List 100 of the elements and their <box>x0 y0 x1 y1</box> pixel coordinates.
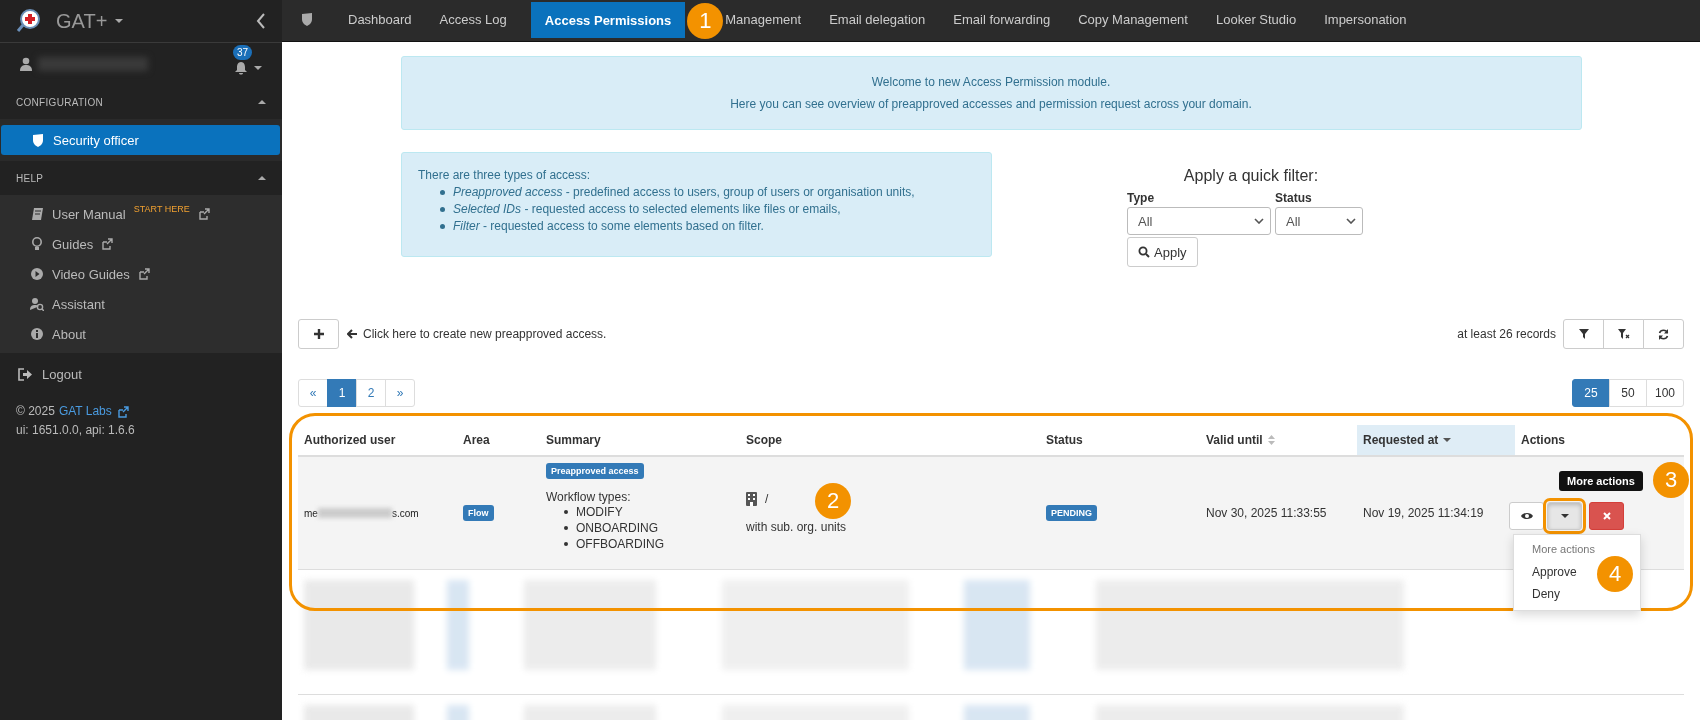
delete-button[interactable] <box>1589 502 1624 530</box>
bullet-icon <box>564 542 568 546</box>
external-link-icon <box>116 405 129 418</box>
logo-icon <box>16 8 42 34</box>
callout-badge: 1 <box>687 3 724 39</box>
nav-tab[interactable]: Access Log <box>435 0 511 38</box>
chevron-icon <box>1254 218 1264 224</box>
user-email-start: me <box>304 507 318 519</box>
menu-header: More actions <box>1531 542 1596 557</box>
nav-tab[interactable]: Management <box>721 0 806 38</box>
page-size-option[interactable]: 50 <box>1609 379 1647 407</box>
filter-title: Apply a quick filter: <box>1182 167 1320 185</box>
page-link[interactable]: » <box>385 379 415 407</box>
lightbulb-icon <box>30 237 44 251</box>
sidebar-item[interactable]: Assistant <box>0 289 282 319</box>
nav-tab[interactable]: Impersonation <box>1320 0 1411 38</box>
column-header[interactable]: Authorized user <box>298 425 457 455</box>
section-header[interactable]: HELP <box>16 172 44 184</box>
filter-icon <box>1578 329 1589 339</box>
user-email-end: s.com <box>391 507 419 519</box>
apply-button[interactable]: Apply <box>1127 237 1198 267</box>
bullet-icon <box>440 224 445 229</box>
column-header[interactable]: Summary <box>540 425 740 455</box>
nav-tab[interactable]: Copy Management <box>1074 0 1192 38</box>
close-icon <box>1602 512 1611 520</box>
logout-link[interactable]: Logout <box>0 353 282 392</box>
nav-tab[interactable]: Dashboard <box>344 0 416 38</box>
filter-button[interactable] <box>1563 319 1604 349</box>
sidebar-item[interactable]: Video Guides <box>0 259 282 289</box>
bell-icon <box>234 61 248 75</box>
bullet-icon <box>564 526 568 530</box>
building-icon <box>746 492 757 506</box>
alert-text: Here you can see overview of preapproved accesses and permission request across your domain. <box>729 96 1253 113</box>
bullet-icon <box>440 190 445 195</box>
nav-tab[interactable]: Email delegation <box>825 0 930 38</box>
caret-icon <box>115 18 124 24</box>
caret-icon <box>254 65 262 71</box>
records-count: at least 26 records <box>1457 327 1556 341</box>
add-button[interactable] <box>298 319 339 349</box>
column-header[interactable]: Status <box>1040 425 1200 455</box>
list-text: Preapproved access - predefined access to users, group of users or organisation units, <box>453 184 915 201</box>
user-search-icon <box>30 297 44 311</box>
area-badge: Flow <box>463 505 494 521</box>
company-link[interactable]: GAT Labs <box>58 402 129 421</box>
list-text: Filter - requested access to some elements based on filter. <box>453 218 764 235</box>
list-text: Selected IDs - requested access to selected elements like files or emails, <box>453 201 841 218</box>
tooltip: More actions <box>1559 471 1643 491</box>
field-label: Type <box>1127 191 1156 205</box>
notification-count: 37 <box>233 45 253 60</box>
scope-note: with sub. org. units <box>746 520 847 534</box>
page-link[interactable]: 1 <box>327 379 357 407</box>
create-hint: Click here to create new preapproved access. <box>363 327 607 341</box>
callout-badge: 2 <box>815 483 851 519</box>
user-icon <box>20 57 32 71</box>
menu-item[interactable]: Deny <box>1514 583 1578 605</box>
scope-path: / <box>765 492 769 506</box>
clear-filter-button[interactable] <box>1603 319 1644 349</box>
menu-item[interactable]: Approve <box>1514 561 1595 583</box>
refresh-button[interactable] <box>1643 319 1684 349</box>
field-label: Status <box>1275 191 1313 205</box>
sidebar-item[interactable]: Guides <box>0 229 282 259</box>
nav-tab[interactable]: Looker Studio <box>1211 0 1301 38</box>
alert-text: There are three types of access: <box>418 167 592 184</box>
sidebar-item[interactable]: Security officer <box>1 125 280 155</box>
section-header[interactable]: CONFIGURATION <box>16 96 104 108</box>
version-text: ui: 1651.0.0, api: 1.6.6 <box>16 422 136 439</box>
callout-badge: 3 <box>1653 462 1689 498</box>
arrow-left-icon <box>347 329 357 339</box>
view-button[interactable] <box>1509 502 1544 530</box>
eye-icon <box>1520 512 1533 520</box>
column-header[interactable]: Valid until <box>1200 425 1357 455</box>
select-field[interactable]: All <box>1275 207 1363 235</box>
workflow-type: OFFBOARDING <box>576 536 664 552</box>
alert-text: Welcome to new Access Permission module. <box>870 74 1112 91</box>
copyright-text: © 2025 <box>16 404 55 418</box>
shield-icon <box>31 133 45 147</box>
sidebar-item[interactable]: User Manual $^{START HERE}$ <box>0 199 282 229</box>
column-header[interactable]: Scope <box>740 425 1040 455</box>
workflow-type: ONBOARDING <box>576 520 658 536</box>
page-link[interactable]: 2 <box>356 379 386 407</box>
status-badge: PENDING <box>1046 505 1097 521</box>
notifications-button[interactable] <box>234 61 262 75</box>
table-cell-text: Nov 30, 2025 11:33:55 <box>1205 505 1328 522</box>
play-icon <box>30 267 44 281</box>
page-size-option[interactable]: 100 <box>1646 379 1684 407</box>
sidebar-item[interactable]: About <box>0 319 282 349</box>
caret-icon <box>1560 513 1569 519</box>
search-icon <box>1138 246 1150 258</box>
page-size-option[interactable]: 25 <box>1572 379 1610 407</box>
summary-title: Workflow types: <box>546 490 631 504</box>
column-header[interactable]: Actions <box>1515 425 1684 455</box>
brand-menu[interactable]: GAT+ <box>56 9 124 33</box>
nav-tab[interactable]: Access Permissions <box>530 2 686 38</box>
nav-tab[interactable]: Email forwarding <box>949 0 1055 38</box>
column-header[interactable]: Area <box>457 425 540 455</box>
chevron-icon <box>1346 218 1356 224</box>
select-field[interactable]: All <box>1127 207 1271 235</box>
plus-icon <box>313 329 324 339</box>
column-header[interactable]: Requested at <box>1357 425 1515 455</box>
bullet-icon <box>564 510 568 514</box>
